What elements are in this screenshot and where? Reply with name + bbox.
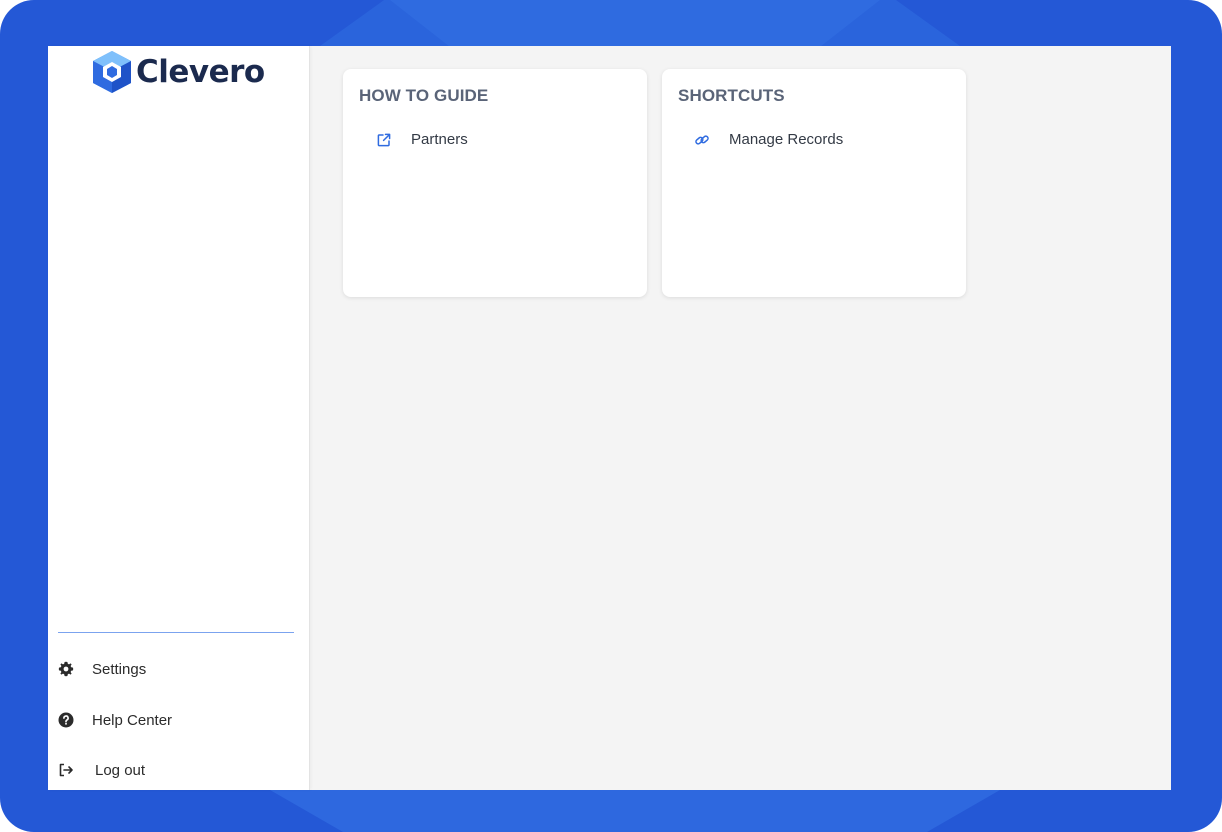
- card-title: SHORTCUTS: [678, 86, 785, 105]
- external-link-icon: [376, 132, 392, 148]
- shortcuts-card: SHORTCUTS Manage Records: [662, 69, 966, 297]
- frame-decoration-top-inner: [390, 0, 880, 46]
- sidebar-item-log-out[interactable]: Log out: [58, 758, 145, 782]
- link-label: Partners: [411, 131, 468, 148]
- link-icon: [694, 132, 710, 148]
- device-frame: Clevero Settings Help Center Log out HOW…: [0, 0, 1222, 832]
- sidebar-item-settings[interactable]: Settings: [58, 657, 146, 681]
- logout-icon: [58, 762, 74, 778]
- shortcut-link-manage-records[interactable]: Manage Records: [694, 131, 843, 148]
- question-circle-icon: [58, 712, 74, 728]
- guide-link-partners[interactable]: Partners: [376, 131, 468, 148]
- sidebar-item-label: Settings: [92, 660, 147, 678]
- card-title: HOW TO GUIDE: [359, 86, 489, 105]
- clevero-cube-icon: [93, 51, 131, 93]
- sidebar-item-help-center[interactable]: Help Center: [58, 708, 172, 732]
- gear-icon: [58, 661, 74, 677]
- logo[interactable]: Clevero: [90, 49, 265, 95]
- link-label: Manage Records: [729, 131, 844, 148]
- how-to-guide-card: HOW TO GUIDE Partners: [343, 69, 647, 297]
- sidebar-item-label: Help Center: [92, 711, 173, 729]
- sidebar-item-label: Log out: [95, 761, 146, 779]
- sidebar: Clevero Settings Help Center Log out: [48, 46, 310, 790]
- frame-decoration-bottom: [270, 790, 1000, 832]
- main-content: HOW TO GUIDE Partners SHORTCUTS Manage R…: [310, 46, 1171, 790]
- sidebar-divider: [58, 632, 294, 633]
- app-window: Clevero Settings Help Center Log out HOW…: [48, 46, 1171, 790]
- brand-name: Clevero: [136, 54, 265, 90]
